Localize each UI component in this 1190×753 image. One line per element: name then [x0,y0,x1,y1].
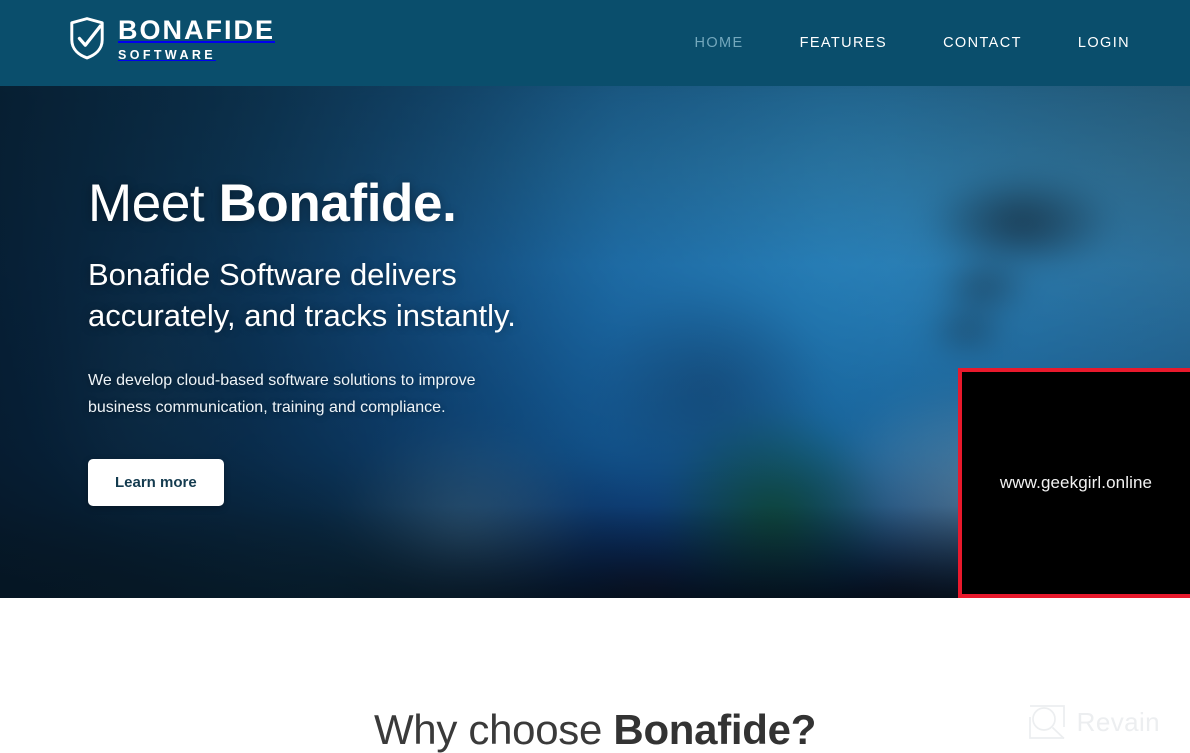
nav-item-contact[interactable]: CONTACT [943,27,1022,59]
nav-item-login[interactable]: LOGIN [1078,27,1130,59]
hero-title-light: Meet [88,174,219,233]
hero-subtitle-line-1: Bonafide Software delivers [88,256,457,292]
learn-more-button[interactable]: Learn more [88,459,224,507]
site-logo[interactable]: BONAFIDE SOFTWARE [68,15,275,62]
revain-watermark: Revain [1027,703,1160,741]
logo-title: BONAFIDE [118,15,275,45]
revain-magnifier-icon [1028,705,1065,740]
why-choose-section: Why choose Bonafide? [0,598,1190,753]
hero-subtitle: Bonafide Software delivers accurately, a… [88,254,648,336]
hero-description-line-2: business communication, training and com… [88,398,446,416]
hero-title-bold: Bonafide. [218,174,457,233]
section-heading-bold: Bonafide? [613,706,817,753]
section-heading-light: Why choose [373,706,614,753]
hero-title: Meet Bonafide. [88,176,648,232]
hero-description: We develop cloud-based software solution… [88,368,648,421]
logo-text-block: BONAFIDE SOFTWARE [118,15,275,62]
hero-description-line-1: We develop cloud-based software solution… [88,372,476,390]
page-root: BONAFIDE SOFTWARE HOME FEATURES CONTACT … [0,0,1190,753]
site-header: BONAFIDE SOFTWARE HOME FEATURES CONTACT … [0,0,1190,86]
nav-item-features[interactable]: FEATURES [800,27,887,59]
shield-check-icon [70,17,104,60]
revain-watermark-label: Revain [1076,706,1160,737]
hero-content: Meet Bonafide. Bonafide Software deliver… [88,176,648,507]
hero-subtitle-line-2: accurately, and tracks instantly. [88,297,516,333]
logo-subtitle: SOFTWARE [118,48,217,62]
highlighted-url-box[interactable]: www.geekgirl.online [958,368,1190,598]
nav-item-home[interactable]: HOME [694,27,743,59]
section-heading: Why choose Bonafide? [0,706,1190,753]
url-text: www.geekgirl.online [999,473,1153,492]
main-navigation: HOME FEATURES CONTACT LOGIN [638,0,1130,86]
